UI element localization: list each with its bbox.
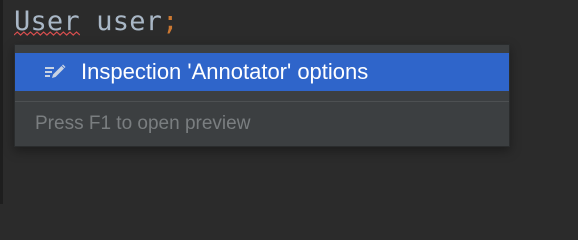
preview-hint: Press F1 to open preview <box>35 113 251 134</box>
inspection-options-item[interactable]: Inspection 'Annotator' options <box>15 53 509 91</box>
variable-token: user <box>96 6 163 37</box>
code-line[interactable]: User user; <box>14 2 179 42</box>
code-editor[interactable]: User user; Inspection 'Annotator' option… <box>0 0 578 204</box>
error-squiggle <box>14 31 80 36</box>
editor-gutter-edge <box>0 0 3 204</box>
error-token[interactable]: User <box>14 6 80 37</box>
inspection-options-label: Inspection 'Annotator' options <box>81 59 369 84</box>
intention-actions-popup: Inspection 'Annotator' options Press F1 … <box>14 44 510 147</box>
edit-pencil-icon <box>43 60 67 84</box>
semicolon-token: ; <box>162 6 179 37</box>
popup-divider <box>15 101 509 102</box>
